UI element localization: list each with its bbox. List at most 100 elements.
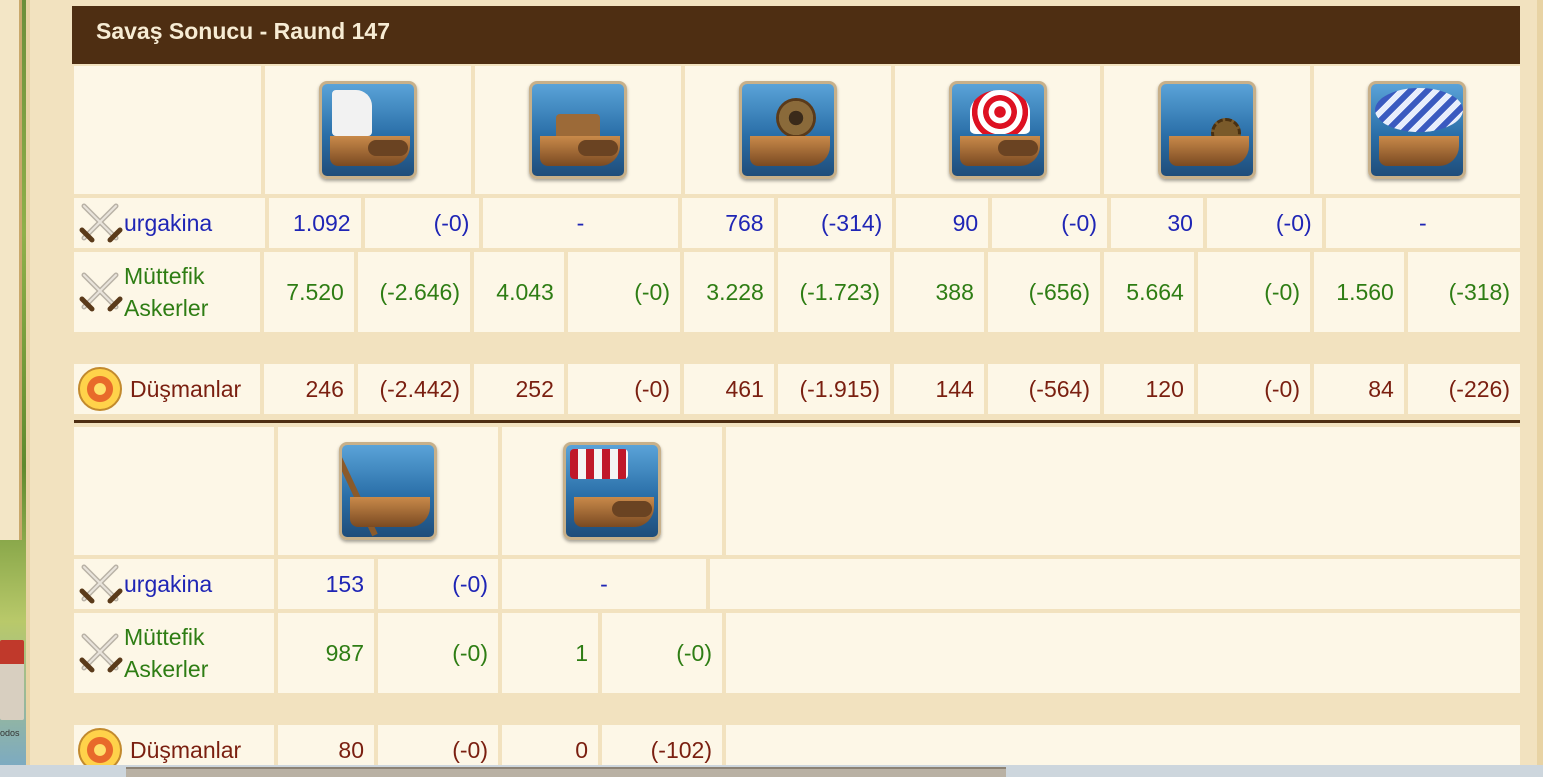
- enemies-label-cell: Düşmanlar: [74, 364, 260, 414]
- spacer-row: [72, 695, 1522, 723]
- allies-count: 1.560: [1314, 252, 1404, 332]
- player-loss: (-0): [364, 198, 480, 248]
- allies-count: 4.043: [474, 252, 564, 332]
- unit-cell-tender-ship[interactable]: [502, 427, 722, 555]
- side-panel-edge: [0, 0, 22, 540]
- allies-loss: (-656): [987, 252, 1100, 332]
- empty-header-cell: [74, 66, 262, 194]
- player-row: urgakina 153 (-0) -: [72, 557, 1522, 611]
- allies-label: Müttefik Askerler: [124, 260, 208, 324]
- spacer: [74, 697, 1520, 721]
- allies-loss: (-0): [567, 252, 680, 332]
- allies-label-cell: Müttefik Askerler: [74, 252, 260, 332]
- player-count: 30: [1111, 198, 1203, 248]
- unit-cell-ballista-ship[interactable]: [894, 66, 1101, 194]
- battle-report-window: Savaş Sonucu - Raund 147 urgakina 1.092 …: [26, 0, 1543, 777]
- unit-cell-crane-ship[interactable]: [278, 427, 498, 555]
- enemies-label: Düşmanlar: [130, 737, 242, 763]
- allies-count: 987: [278, 613, 374, 693]
- player-count: -: [1325, 198, 1520, 248]
- empty-cell: [726, 427, 1520, 555]
- unit-cell-steam-ram[interactable]: [1104, 66, 1311, 194]
- enemies-count: 84: [1314, 364, 1404, 414]
- crossed-swords-icon: [78, 269, 124, 315]
- allies-count: 3.228: [684, 252, 774, 332]
- town-label: odos: [0, 728, 20, 738]
- enemies-count: 461: [684, 364, 774, 414]
- window-title: Savaş Sonucu - Raund 147: [72, 6, 1520, 64]
- enemies-loss: (-0): [567, 364, 680, 414]
- allies-row: Müttefik Askerler 7.520 (-2.646) 4.043 (…: [72, 250, 1522, 334]
- unit-cell-balloon-carrier[interactable]: [1314, 66, 1521, 194]
- allies-label-line2: Askerler: [124, 295, 209, 321]
- bottom-tabs[interactable]: [126, 767, 1006, 777]
- allies-label-line2: Askerler: [124, 656, 209, 682]
- player-name-link[interactable]: urgakina: [124, 568, 212, 600]
- unit-cell-mortar-ship[interactable]: [475, 66, 681, 194]
- crossed-swords-icon: [78, 200, 124, 246]
- balloon-carrier-icon[interactable]: [1368, 81, 1467, 179]
- enemies-row: Düşmanlar 246 (-2.442) 252 (-0) 461 (-1.…: [72, 362, 1522, 416]
- enemies-label: Düşmanlar: [130, 376, 242, 402]
- section-divider: [74, 420, 1520, 423]
- paddle-ship-icon[interactable]: [738, 81, 837, 179]
- crossed-swords-icon: [78, 630, 124, 676]
- player-row: urgakina 1.092 (-0) - 768 (-314) 90 (-0)…: [72, 196, 1522, 250]
- empty-header-cell: [74, 427, 274, 555]
- player-label-cell: urgakina: [74, 198, 265, 248]
- allies-row: Müttefik Askerler 987 (-0) 1 (-0): [72, 611, 1522, 695]
- spacer: [74, 336, 1520, 360]
- empty-cell: [726, 613, 1520, 693]
- player-label-cell: urgakina: [74, 559, 274, 609]
- spacer-row: [72, 334, 1522, 362]
- player-count: -: [483, 198, 678, 248]
- ballista-ship-icon[interactable]: [948, 81, 1047, 179]
- allies-label-cell: Müttefik Askerler: [74, 613, 274, 693]
- player-count: 90: [896, 198, 989, 248]
- empty-cell: [710, 559, 1520, 609]
- target-icon: [78, 367, 122, 411]
- allies-count: 5.664: [1104, 252, 1194, 332]
- player-count: -: [502, 559, 706, 609]
- unit-icon-row: [72, 64, 1522, 196]
- player-name-link[interactable]: urgakina: [124, 207, 212, 239]
- allies-count: 388: [894, 252, 984, 332]
- sail-ship-icon[interactable]: [319, 81, 418, 179]
- mortar-ship-icon[interactable]: [529, 81, 627, 179]
- allies-loss: (-0): [378, 613, 498, 693]
- player-loss: (-0): [378, 559, 498, 609]
- enemies-count: 246: [264, 364, 354, 414]
- bottom-bar: [0, 765, 1543, 777]
- steam-ram-icon[interactable]: [1158, 81, 1257, 179]
- enemies-loss: (-0): [1197, 364, 1310, 414]
- player-loss: (-0): [992, 198, 1107, 248]
- allies-label-line1: Müttefik: [124, 624, 205, 650]
- enemies-loss: (-1.915): [777, 364, 890, 414]
- allies-label-line1: Müttefik: [124, 263, 205, 289]
- enemies-count: 120: [1104, 364, 1194, 414]
- unit-cell-paddle-ship[interactable]: [684, 66, 891, 194]
- player-count: 1.092: [268, 198, 361, 248]
- tender-ship-icon[interactable]: [563, 442, 661, 540]
- player-count: 768: [681, 198, 774, 248]
- enemies-loss: (-564): [987, 364, 1100, 414]
- allies-loss: (-1.723): [777, 252, 890, 332]
- crane-ship-icon[interactable]: [339, 442, 437, 540]
- enemies-loss: (-2.442): [357, 364, 470, 414]
- allies-count: 7.520: [264, 252, 354, 332]
- town-building[interactable]: [0, 640, 24, 720]
- crossed-swords-icon: [78, 561, 124, 607]
- allies-loss: (-2.646): [357, 252, 470, 332]
- allies-label: Müttefik Askerler: [124, 621, 208, 685]
- allies-loss: (-0): [602, 613, 722, 693]
- enemies-loss: (-226): [1407, 364, 1520, 414]
- allies-count: 1: [502, 613, 598, 693]
- allies-loss: (-0): [1197, 252, 1310, 332]
- battle-result-grid: urgakina 1.092 (-0) - 768 (-314) 90 (-0)…: [72, 64, 1522, 777]
- allies-loss: (-318): [1407, 252, 1520, 332]
- unit-cell-sail-ship[interactable]: [265, 66, 472, 194]
- player-loss: (-0): [1206, 198, 1322, 248]
- player-loss: (-314): [777, 198, 893, 248]
- unit-icon-row: [72, 425, 1522, 557]
- player-count: 153: [278, 559, 374, 609]
